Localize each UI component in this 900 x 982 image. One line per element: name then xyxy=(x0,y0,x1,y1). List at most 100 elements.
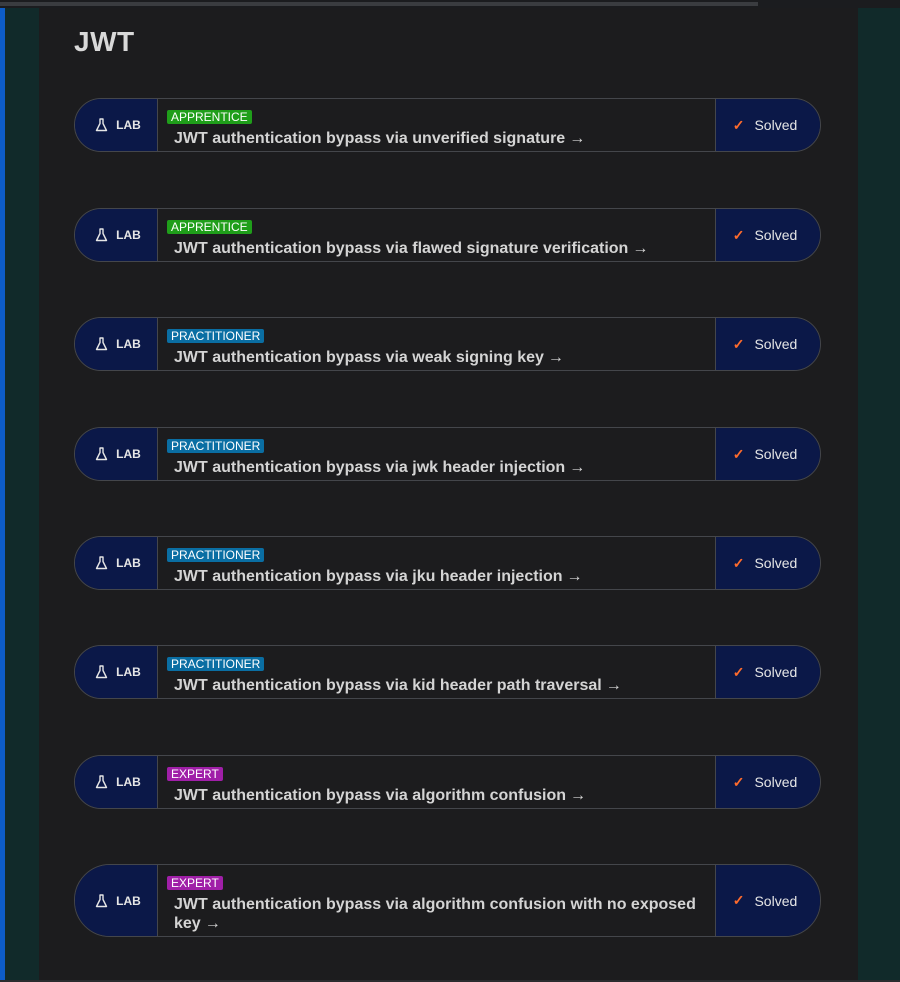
lab-tag: LAB xyxy=(75,318,158,370)
lab-row[interactable]: LAB PRACTITIONER JWT authentication bypa… xyxy=(74,645,821,699)
right-gutter xyxy=(858,8,900,982)
lab-tag-label: LAB xyxy=(116,118,141,132)
level-badge: PRACTITIONER xyxy=(167,657,265,671)
lab-title-text: JWT authentication bypass via unverified… xyxy=(174,130,566,147)
lab-title-link[interactable]: JWT authentication bypass via algorithm … xyxy=(174,895,705,933)
flask-icon xyxy=(95,337,108,351)
level-badge: PRACTITIONER xyxy=(167,439,265,453)
lab-title-link[interactable]: JWT authentication bypass via flawed sig… xyxy=(174,239,705,258)
lab-title-link[interactable]: JWT authentication bypass via jku header… xyxy=(174,567,705,586)
lab-status: ✓ Solved xyxy=(715,99,820,151)
lab-row[interactable]: LAB EXPERT JWT authentication bypass via… xyxy=(74,755,821,809)
status-label: Solved xyxy=(754,555,798,571)
arrow-right-icon: → xyxy=(569,459,586,476)
checkmark-icon: ✓ xyxy=(732,335,745,352)
level-badge: EXPERT xyxy=(167,876,223,890)
lab-tag: LAB xyxy=(75,756,158,808)
status-label: Solved xyxy=(754,117,798,133)
lab-title-text: JWT authentication bypass via algorithm … xyxy=(174,896,696,932)
status-label: Solved xyxy=(754,774,798,790)
level-badge: PRACTITIONER xyxy=(167,329,265,343)
lab-tag: LAB xyxy=(75,646,158,698)
lab-row[interactable]: LAB EXPERT JWT authentication bypass via… xyxy=(74,864,821,937)
checkmark-icon: ✓ xyxy=(732,445,745,462)
lab-row[interactable]: LAB PRACTITIONER JWT authentication bypa… xyxy=(74,536,821,590)
arrow-right-icon: → xyxy=(566,568,583,585)
lab-status: ✓ Solved xyxy=(715,537,820,589)
lab-title-text: JWT authentication bypass via jku header… xyxy=(174,568,563,585)
lab-title-text: JWT authentication bypass via jwk header… xyxy=(174,459,566,476)
arrow-right-icon: → xyxy=(605,677,622,694)
lab-tag-label: LAB xyxy=(116,775,141,789)
lab-body: APPRENTICE JWT authentication bypass via… xyxy=(158,99,715,151)
lab-tag-label: LAB xyxy=(116,665,141,679)
flask-icon xyxy=(95,447,108,461)
lab-tag-label: LAB xyxy=(116,556,141,570)
flask-icon xyxy=(95,775,108,789)
lab-title-text: JWT authentication bypass via kid header… xyxy=(174,677,602,694)
flask-icon xyxy=(95,228,108,242)
lab-title-link[interactable]: JWT authentication bypass via weak signi… xyxy=(174,348,705,367)
level-badge: EXPERT xyxy=(167,767,223,781)
lab-row[interactable]: LAB PRACTITIONER JWT authentication bypa… xyxy=(74,427,821,481)
status-label: Solved xyxy=(754,227,798,243)
flask-icon xyxy=(95,118,108,132)
status-label: Solved xyxy=(754,336,798,352)
lab-row[interactable]: LAB APPRENTICE JWT authentication bypass… xyxy=(74,98,821,152)
arrow-right-icon: → xyxy=(204,915,221,932)
lab-status: ✓ Solved xyxy=(715,318,820,370)
lab-title-text: JWT authentication bypass via weak signi… xyxy=(174,349,544,366)
lab-tag: LAB xyxy=(75,428,158,480)
status-label: Solved xyxy=(754,446,798,462)
arrow-right-icon: → xyxy=(547,349,564,366)
arrow-right-icon: → xyxy=(570,787,587,804)
flask-icon xyxy=(95,665,108,679)
arrow-right-icon: → xyxy=(632,240,649,257)
lab-title-link[interactable]: JWT authentication bypass via jwk header… xyxy=(174,458,705,477)
flask-icon xyxy=(95,893,108,908)
lab-body: EXPERT JWT authentication bypass via alg… xyxy=(158,865,715,936)
lab-row[interactable]: LAB PRACTITIONER JWT authentication bypa… xyxy=(74,317,821,371)
lab-body: PRACTITIONER JWT authentication bypass v… xyxy=(158,646,715,698)
lab-tag: LAB xyxy=(75,865,158,936)
lab-row[interactable]: LAB APPRENTICE JWT authentication bypass… xyxy=(74,208,821,262)
lab-status: ✓ Solved xyxy=(715,646,820,698)
checkmark-icon: ✓ xyxy=(732,554,745,571)
lab-title-link[interactable]: JWT authentication bypass via kid header… xyxy=(174,676,705,695)
checkmark-icon: ✓ xyxy=(732,116,745,133)
lab-title-text: JWT authentication bypass via algorithm … xyxy=(174,787,567,804)
lab-tag-label: LAB xyxy=(116,447,141,461)
lab-tag-label: LAB xyxy=(116,228,141,242)
status-label: Solved xyxy=(754,664,798,680)
top-strip xyxy=(0,0,900,8)
checkmark-icon: ✓ xyxy=(732,663,745,680)
lab-body: PRACTITIONER JWT authentication bypass v… xyxy=(158,318,715,370)
lab-tag: LAB xyxy=(75,537,158,589)
lab-body: EXPERT JWT authentication bypass via alg… xyxy=(158,756,715,808)
lab-body: PRACTITIONER JWT authentication bypass v… xyxy=(158,537,715,589)
level-badge: PRACTITIONER xyxy=(167,548,265,562)
lab-status: ✓ Solved xyxy=(715,865,820,936)
level-badge: APPRENTICE xyxy=(167,110,252,124)
arrow-right-icon: → xyxy=(569,130,586,147)
content-panel xyxy=(39,8,858,982)
checkmark-icon: ✓ xyxy=(732,892,745,908)
level-badge: APPRENTICE xyxy=(167,220,252,234)
status-label: Solved xyxy=(754,892,798,909)
lab-tag-label: LAB xyxy=(116,337,141,351)
top-scroll-track xyxy=(0,2,758,6)
lab-body: APPRENTICE JWT authentication bypass via… xyxy=(158,209,715,261)
lab-title-link[interactable]: JWT authentication bypass via unverified… xyxy=(174,129,705,148)
lab-tag: LAB xyxy=(75,209,158,261)
lab-tag: LAB xyxy=(75,99,158,151)
checkmark-icon: ✓ xyxy=(732,226,745,243)
left-gutter xyxy=(5,8,39,982)
lab-status: ✓ Solved xyxy=(715,209,820,261)
lab-title-text: JWT authentication bypass via flawed sig… xyxy=(174,240,629,257)
lab-title-link[interactable]: JWT authentication bypass via algorithm … xyxy=(174,786,705,805)
section-title: JWT xyxy=(74,26,135,57)
lab-status: ✓ Solved xyxy=(715,428,820,480)
lab-tag-label: LAB xyxy=(116,893,141,908)
lab-body: PRACTITIONER JWT authentication bypass v… xyxy=(158,428,715,480)
flask-icon xyxy=(95,556,108,570)
